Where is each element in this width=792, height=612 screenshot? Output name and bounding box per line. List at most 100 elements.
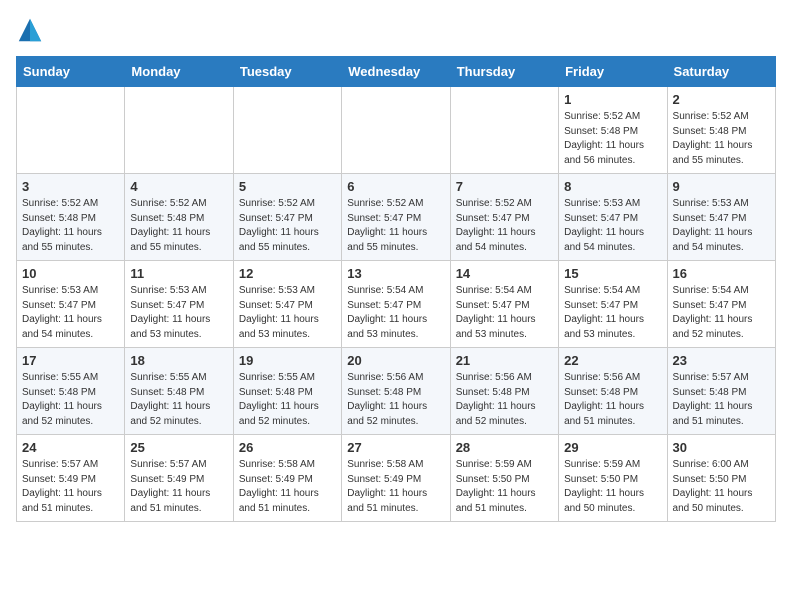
calendar-cell: 3 Sunrise: 5:52 AM Sunset: 5:48 PM Daylig…	[17, 174, 125, 261]
day-number: 16	[673, 266, 770, 281]
calendar-cell: 4 Sunrise: 5:52 AM Sunset: 5:48 PM Daylig…	[125, 174, 233, 261]
logo-icon	[16, 16, 44, 44]
day-info: Sunrise: 5:55 AM Sunset: 5:48 PM Dayligh…	[239, 371, 336, 429]
day-info: Sunrise: 5:52 AM Sunset: 5:48 PM Dayligh…	[22, 197, 119, 255]
calendar-table: SundayMondayTuesdayWednesdayThursdayFrid…	[16, 56, 776, 522]
calendar-week-row: 24Sunrise: 5:57 AM Sunset: 5:49 PM Dayli…	[17, 435, 776, 522]
calendar-cell: 21 Sunrise: 5:56 AM Sunset: 5:48 PM Dayli…	[450, 348, 558, 435]
calendar-cell: 26 Sunrise: 5:58 AM Sunset: 5:49 PM Dayli…	[233, 435, 341, 522]
day-number: 17	[22, 353, 119, 368]
day-info: Sunrise: 5:56 AM Sunset: 5:48 PM Dayligh…	[347, 371, 444, 429]
calendar-cell: 28 Sunrise: 5:59 AM Sunset: 5:50 PM Dayli…	[450, 435, 558, 522]
day-info: Sunrise: 5:54 AM Sunset: 5:47 PM Dayligh…	[347, 284, 444, 342]
calendar-cell: 20 Sunrise: 5:56 AM Sunset: 5:48 PM Dayli…	[342, 348, 450, 435]
day-number: 9	[673, 179, 770, 194]
calendar-cell: 10Sunrise: 5:53 AM Sunset: 5:47 PM Dayli…	[17, 261, 125, 348]
day-info: Sunrise: 5:53 AM Sunset: 5:47 PM Dayligh…	[130, 284, 227, 342]
day-number: 20	[347, 353, 444, 368]
day-info: Sunrise: 5:53 AM Sunset: 5:47 PM Dayligh…	[564, 197, 661, 255]
calendar-cell: 6 Sunrise: 5:52 AM Sunset: 5:47 PM Daylig…	[342, 174, 450, 261]
day-info: Sunrise: 5:59 AM Sunset: 5:50 PM Dayligh…	[456, 458, 553, 516]
day-info: Sunrise: 5:55 AM Sunset: 5:48 PM Dayligh…	[22, 371, 119, 429]
weekday-header-tuesday: Tuesday	[233, 57, 341, 87]
day-info: Sunrise: 5:54 AM Sunset: 5:47 PM Dayligh…	[456, 284, 553, 342]
day-info: Sunrise: 5:57 AM Sunset: 5:49 PM Dayligh…	[130, 458, 227, 516]
day-number: 12	[239, 266, 336, 281]
calendar-cell	[125, 87, 233, 174]
calendar-cell: 2 Sunrise: 5:52 AM Sunset: 5:48 PM Daylig…	[667, 87, 775, 174]
weekday-header-wednesday: Wednesday	[342, 57, 450, 87]
day-info: Sunrise: 5:52 AM Sunset: 5:48 PM Dayligh…	[673, 110, 770, 168]
weekday-header-monday: Monday	[125, 57, 233, 87]
logo	[16, 16, 48, 44]
day-info: Sunrise: 5:52 AM Sunset: 5:48 PM Dayligh…	[130, 197, 227, 255]
day-info: Sunrise: 5:57 AM Sunset: 5:49 PM Dayligh…	[22, 458, 119, 516]
calendar-cell: 13 Sunrise: 5:54 AM Sunset: 5:47 PM Dayli…	[342, 261, 450, 348]
day-number: 29	[564, 440, 661, 455]
day-number: 19	[239, 353, 336, 368]
calendar-week-row: 3 Sunrise: 5:52 AM Sunset: 5:48 PM Daylig…	[17, 174, 776, 261]
day-number: 7	[456, 179, 553, 194]
day-info: Sunrise: 5:57 AM Sunset: 5:48 PM Dayligh…	[673, 371, 770, 429]
calendar-cell: 9 Sunrise: 5:53 AM Sunset: 5:47 PM Daylig…	[667, 174, 775, 261]
day-info: Sunrise: 5:53 AM Sunset: 5:47 PM Dayligh…	[239, 284, 336, 342]
calendar-cell: 14 Sunrise: 5:54 AM Sunset: 5:47 PM Dayli…	[450, 261, 558, 348]
calendar-week-row: 17 Sunrise: 5:55 AM Sunset: 5:48 PM Dayli…	[17, 348, 776, 435]
calendar-cell: 11 Sunrise: 5:53 AM Sunset: 5:47 PM Dayli…	[125, 261, 233, 348]
day-info: Sunrise: 5:55 AM Sunset: 5:48 PM Dayligh…	[130, 371, 227, 429]
day-info: Sunrise: 5:52 AM Sunset: 5:48 PM Dayligh…	[564, 110, 661, 168]
calendar-cell: 1Sunrise: 5:52 AM Sunset: 5:48 PM Daylig…	[559, 87, 667, 174]
day-number: 14	[456, 266, 553, 281]
day-number: 3	[22, 179, 119, 194]
calendar-cell: 18Sunrise: 5:55 AM Sunset: 5:48 PM Dayli…	[125, 348, 233, 435]
day-number: 11	[130, 266, 227, 281]
day-number: 26	[239, 440, 336, 455]
day-info: Sunrise: 5:58 AM Sunset: 5:49 PM Dayligh…	[347, 458, 444, 516]
day-info: Sunrise: 5:58 AM Sunset: 5:49 PM Dayligh…	[239, 458, 336, 516]
day-info: Sunrise: 5:53 AM Sunset: 5:47 PM Dayligh…	[673, 197, 770, 255]
calendar-cell: 17 Sunrise: 5:55 AM Sunset: 5:48 PM Dayli…	[17, 348, 125, 435]
day-number: 8	[564, 179, 661, 194]
day-number: 4	[130, 179, 227, 194]
calendar-cell: 8 Sunrise: 5:53 AM Sunset: 5:47 PM Daylig…	[559, 174, 667, 261]
day-number: 15	[564, 266, 661, 281]
day-number: 6	[347, 179, 444, 194]
calendar-cell: 16 Sunrise: 5:54 AM Sunset: 5:47 PM Dayli…	[667, 261, 775, 348]
calendar-cell: 29 Sunrise: 5:59 AM Sunset: 5:50 PM Dayli…	[559, 435, 667, 522]
day-number: 5	[239, 179, 336, 194]
weekday-header-thursday: Thursday	[450, 57, 558, 87]
day-number: 2	[673, 92, 770, 107]
day-number: 21	[456, 353, 553, 368]
calendar-week-row: 1Sunrise: 5:52 AM Sunset: 5:48 PM Daylig…	[17, 87, 776, 174]
weekday-header-sunday: Sunday	[17, 57, 125, 87]
day-number: 28	[456, 440, 553, 455]
day-info: Sunrise: 5:56 AM Sunset: 5:48 PM Dayligh…	[564, 371, 661, 429]
day-number: 13	[347, 266, 444, 281]
day-info: Sunrise: 5:54 AM Sunset: 5:47 PM Dayligh…	[564, 284, 661, 342]
weekday-header-saturday: Saturday	[667, 57, 775, 87]
day-number: 30	[673, 440, 770, 455]
calendar-cell	[233, 87, 341, 174]
calendar-cell: 15 Sunrise: 5:54 AM Sunset: 5:47 PM Dayli…	[559, 261, 667, 348]
calendar-cell: 12 Sunrise: 5:53 AM Sunset: 5:47 PM Dayli…	[233, 261, 341, 348]
day-info: Sunrise: 5:59 AM Sunset: 5:50 PM Dayligh…	[564, 458, 661, 516]
calendar-cell	[450, 87, 558, 174]
page-header	[16, 16, 776, 44]
calendar-cell: 27 Sunrise: 5:58 AM Sunset: 5:49 PM Dayli…	[342, 435, 450, 522]
day-number: 10	[22, 266, 119, 281]
calendar-cell: 19 Sunrise: 5:55 AM Sunset: 5:48 PM Dayli…	[233, 348, 341, 435]
day-info: Sunrise: 5:54 AM Sunset: 5:47 PM Dayligh…	[673, 284, 770, 342]
calendar-cell: 24Sunrise: 5:57 AM Sunset: 5:49 PM Dayli…	[17, 435, 125, 522]
calendar-cell: 5Sunrise: 5:52 AM Sunset: 5:47 PM Daylig…	[233, 174, 341, 261]
day-info: Sunrise: 5:52 AM Sunset: 5:47 PM Dayligh…	[456, 197, 553, 255]
weekday-header-friday: Friday	[559, 57, 667, 87]
calendar-week-row: 10 Sunrise: 5:53 AM Sunset: 5:47 PM Dayli…	[17, 261, 776, 348]
day-number: 27	[347, 440, 444, 455]
calendar-cell: 25 Sunrise: 5:57 AM Sunset: 5:49 PM Dayli…	[125, 435, 233, 522]
calendar-cell	[17, 87, 125, 174]
day-info: Sunrise: 5:56 AM Sunset: 5:48 PM Dayligh…	[456, 371, 553, 429]
day-info: Sunrise: 6:00 AM Sunset: 5:50 PM Dayligh…	[673, 458, 770, 516]
calendar-cell: 7 Sunrise: 5:52 AM Sunset: 5:47 PM Daylig…	[450, 174, 558, 261]
day-info: Sunrise: 5:52 AM Sunset: 5:47 PM Dayligh…	[347, 197, 444, 255]
day-number: 25	[130, 440, 227, 455]
